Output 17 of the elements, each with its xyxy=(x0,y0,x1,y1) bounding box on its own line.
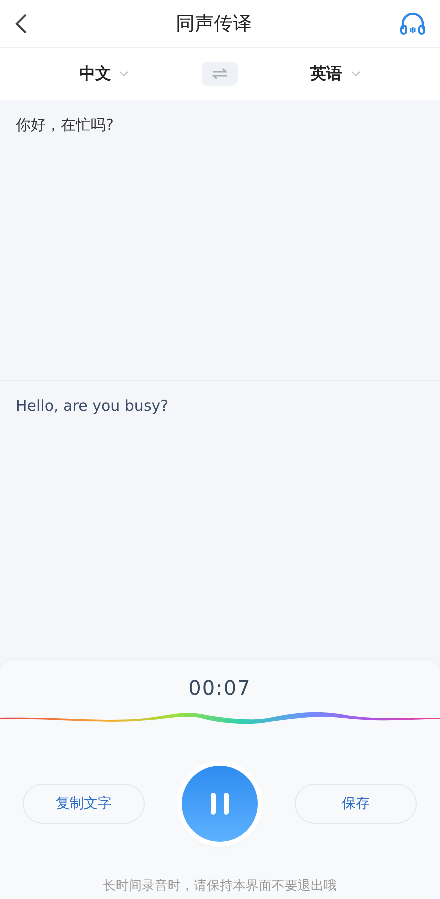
translated-text: Hello, are you busy? xyxy=(16,397,169,415)
swap-icon xyxy=(212,68,228,80)
chevron-icon xyxy=(350,71,361,77)
headphones-icon[interactable] xyxy=(400,12,426,36)
copy-text-button[interactable]: 复制文字 xyxy=(23,784,145,824)
timer: 00:07 xyxy=(188,676,252,700)
swap-button[interactable] xyxy=(202,62,238,86)
chevron-icon xyxy=(119,71,130,77)
pause-button[interactable] xyxy=(182,766,258,842)
source-text: 你好，在忙吗? xyxy=(16,116,114,134)
page-title: 同声传译 xyxy=(176,12,252,36)
pause-icon xyxy=(209,792,231,816)
source-language-dropdown[interactable]: 中文 xyxy=(73,62,136,86)
hint-text: 长时间录音时，请保持本界面不要退出哦 xyxy=(103,878,337,895)
save-button[interactable]: 保存 xyxy=(295,784,417,824)
back-icon[interactable] xyxy=(14,12,28,34)
target-language-dropdown[interactable]: 英语 xyxy=(304,62,367,86)
